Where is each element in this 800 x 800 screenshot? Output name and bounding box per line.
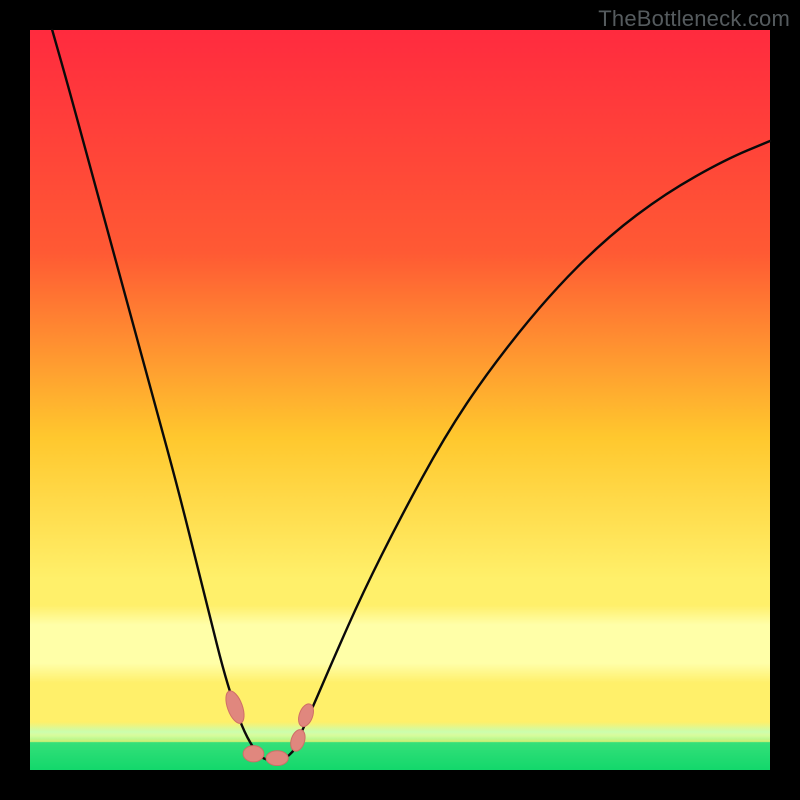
curve-marker-1 [243,746,264,762]
curve-layer [30,30,770,770]
bottleneck-curve [52,30,770,761]
watermark-text: TheBottleneck.com [598,6,790,32]
curve-marker-3 [288,728,308,753]
curve-marker-0 [222,689,248,726]
curve-marker-2 [266,751,288,766]
